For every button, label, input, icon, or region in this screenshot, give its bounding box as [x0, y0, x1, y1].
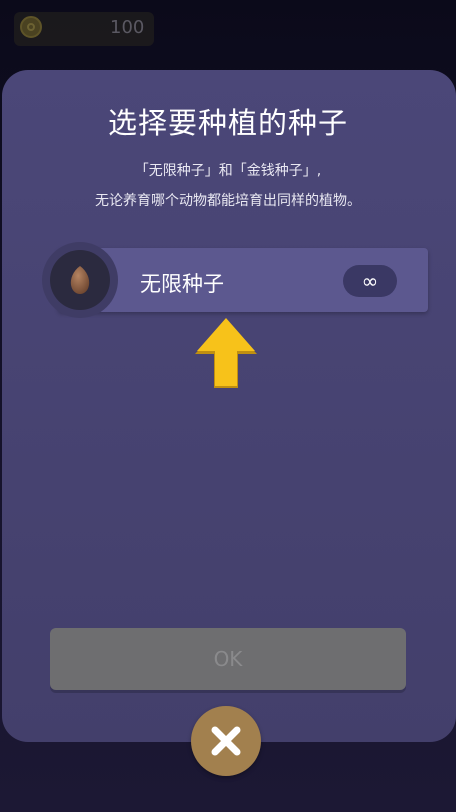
ok-button[interactable]: OK — [50, 628, 406, 690]
currency-amount: 100 — [110, 17, 145, 38]
seed-name: 无限种子 — [140, 272, 224, 296]
dialog-title: 选择要种植的种子 — [107, 106, 348, 140]
close-button[interactable] — [191, 706, 261, 776]
up-arrow-icon — [195, 318, 257, 388]
coin-icon — [20, 16, 42, 38]
dialog-description-line1: 「无限种子」和「金钱种子」, — [134, 163, 322, 179]
close-icon — [211, 726, 241, 756]
seed-icon — [70, 266, 90, 294]
seed-count-badge: ∞ — [343, 265, 397, 297]
dialog-description-line2: 无论养育哪个动物都能培育出同样的植物。 — [95, 193, 361, 209]
